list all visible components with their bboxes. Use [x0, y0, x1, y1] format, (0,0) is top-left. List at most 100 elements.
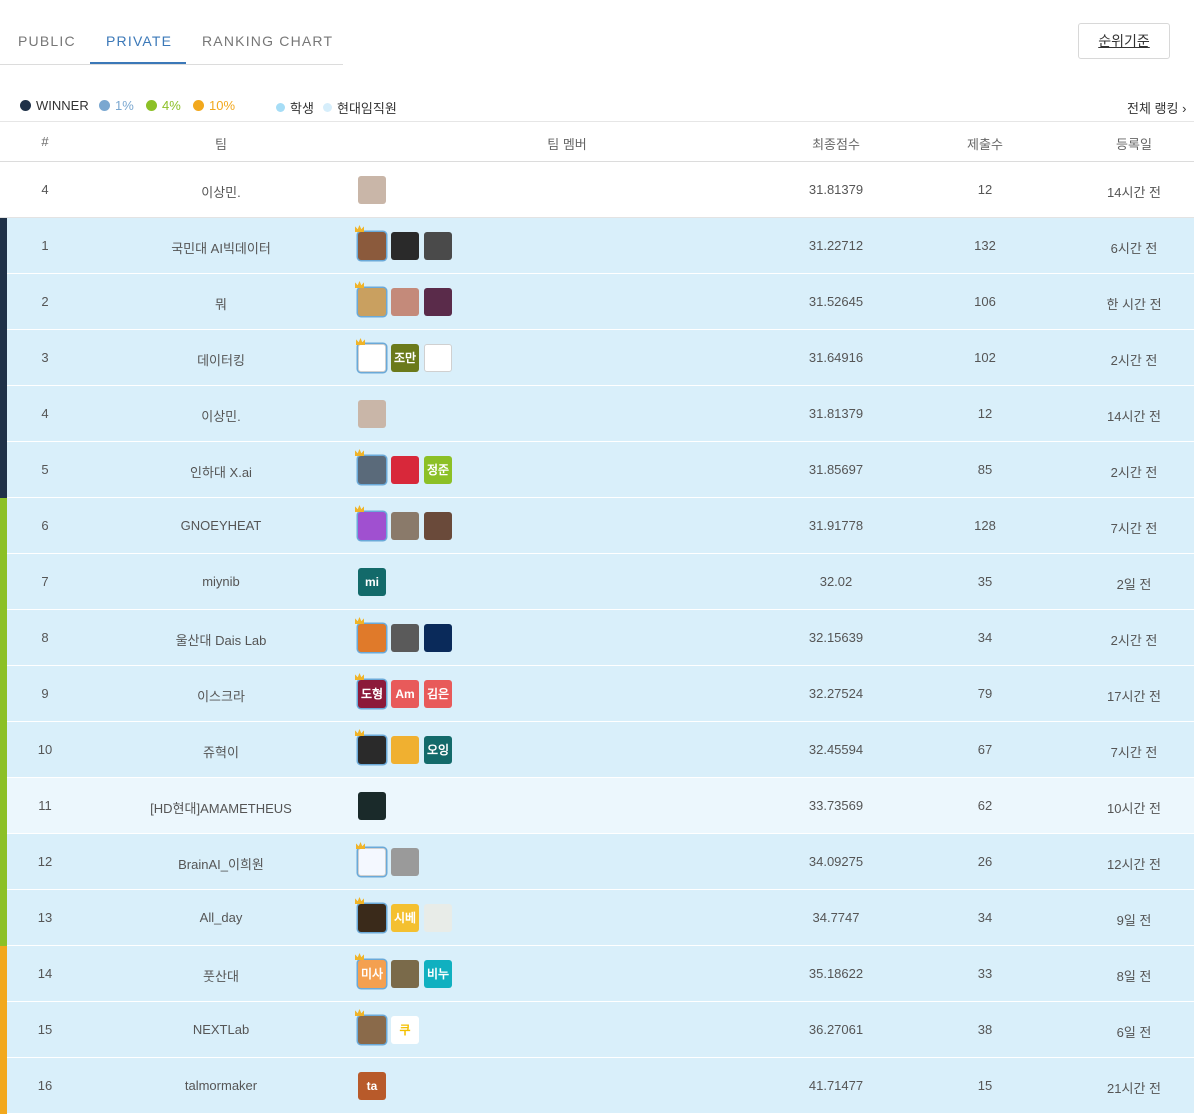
leader-avatar[interactable] [355, 617, 386, 652]
member-avatar[interactable] [391, 736, 419, 764]
member-avatar[interactable] [391, 848, 419, 876]
member-avatar[interactable]: 오잉 [424, 736, 452, 764]
team-name[interactable]: 울산대 Dais Lab [176, 630, 267, 649]
leader-avatar[interactable] [355, 449, 386, 484]
rank-cell: 6 [41, 518, 49, 533]
table-row[interactable]: 2 뭐 31.52645 106 한 시간 전 [0, 274, 1194, 330]
member-avatar[interactable] [424, 288, 452, 316]
submission-count: 35 [977, 574, 993, 589]
member-avatar[interactable] [358, 792, 386, 820]
team-name[interactable]: 뭐 [215, 294, 227, 313]
member-avatar[interactable]: Am [391, 680, 419, 708]
leader-avatar[interactable] [355, 225, 386, 260]
leader-avatar[interactable] [355, 897, 386, 932]
member-avatar[interactable]: mi [358, 568, 386, 596]
team-name[interactable]: BrainAI_이희원 [178, 854, 264, 873]
table-row[interactable]: 4 이상민. 31.81379 12 14시간 전 [0, 162, 1194, 218]
leader-avatar[interactable]: 도형 [355, 673, 386, 708]
registered-date: 10시간 전 [1107, 801, 1161, 816]
member-avatar[interactable] [391, 512, 419, 540]
tier-indicator-bar [0, 554, 7, 610]
team-name[interactable]: 인하대 X.ai [190, 462, 252, 481]
table-row[interactable]: 4 이상민. 31.81379 12 14시간 전 [0, 386, 1194, 442]
team-name[interactable]: 이상민. [201, 406, 241, 425]
team-name[interactable]: miynib [202, 574, 240, 589]
rank-cell: 12 [37, 854, 53, 869]
team-name[interactable]: GNOEYHEAT [181, 518, 262, 533]
tier-indicator-bar [0, 834, 7, 890]
table-row[interactable]: 11 [HD현대]AMAMETHEUS 33.73569 62 10시간 전 [0, 778, 1194, 834]
member-avatar[interactable]: 시베 [391, 904, 419, 932]
team-members [355, 617, 452, 652]
member-avatar[interactable]: 조만 [391, 344, 419, 372]
table-row[interactable]: 10 쥬혁이 32.45594 67 7시간 전 오잉 [0, 722, 1194, 778]
tab-ranking-chart[interactable]: RANKING CHART [202, 33, 333, 49]
tier-indicator-bar [0, 890, 7, 946]
team-members [358, 176, 386, 204]
member-avatar[interactable] [424, 512, 452, 540]
rank-cell: 11 [38, 798, 52, 813]
team-name[interactable]: All_day [200, 910, 243, 925]
sort-criteria-button[interactable]: 순위기준 [1078, 23, 1170, 59]
final-score: 31.81379 [808, 406, 864, 421]
team-name[interactable]: 풋산대 [203, 966, 239, 985]
table-row[interactable]: 14 풋산대 35.18622 33 8일 전 미사 비누 [0, 946, 1194, 1002]
legend-dot [99, 100, 110, 111]
table-row[interactable]: 16 talmormaker 41.71477 15 21시간 전 ta [0, 1058, 1194, 1114]
member-avatar[interactable] [424, 904, 452, 932]
member-avatar[interactable]: 김은 [424, 680, 452, 708]
member-avatar[interactable] [391, 960, 419, 988]
member-avatar[interactable] [358, 176, 386, 204]
leader-avatar[interactable] [356, 338, 386, 372]
team-name[interactable]: 이스크라 [197, 686, 245, 705]
team-members [355, 225, 452, 260]
table-row[interactable]: 13 All_day 34.7747 34 9일 전 시베 [0, 890, 1194, 946]
table-row[interactable]: 1 국민대 AI빅데이터 31.22712 132 6시간 전 [0, 218, 1194, 274]
tab-private[interactable]: PRIVATE [106, 33, 172, 49]
table-row[interactable]: 6 GNOEYHEAT 31.91778 128 7시간 전 [0, 498, 1194, 554]
member-avatar[interactable] [424, 344, 452, 372]
legend-dot [20, 100, 31, 111]
crown-icon [355, 729, 364, 736]
table-row[interactable]: 5 인하대 X.ai 31.85697 85 2시간 전 정준 [0, 442, 1194, 498]
team-name[interactable]: talmormaker [185, 1078, 257, 1093]
team-name[interactable]: [HD현대]AMAMETHEUS [150, 798, 292, 817]
team-members [356, 842, 419, 876]
final-score: 41.71477 [808, 1078, 864, 1093]
leader-avatar[interactable] [355, 729, 386, 764]
member-avatar[interactable] [391, 624, 419, 652]
team-name[interactable]: 국민대 AI빅데이터 [171, 238, 271, 257]
full-ranking-link[interactable]: 전체 랭킹 › [1127, 98, 1186, 117]
tab-public[interactable]: PUBLIC [18, 33, 76, 49]
table-row[interactable]: 12 BrainAI_이희원 34.09275 26 12시간 전 [0, 834, 1194, 890]
member-avatar[interactable]: ta [358, 1072, 386, 1100]
member-avatar[interactable] [391, 288, 419, 316]
member-avatar[interactable]: 정준 [424, 456, 452, 484]
table-row[interactable]: 15 NEXTLab 36.27061 38 6일 전 쿠 [0, 1002, 1194, 1058]
table-row[interactable]: 3 데이터킹 31.64916 102 2시간 전 조만 [0, 330, 1194, 386]
table-row[interactable]: 9 이스크라 32.27524 79 17시간 전 도형 Am 김은 [0, 666, 1194, 722]
member-avatar[interactable] [391, 232, 419, 260]
ranking-tabs: PUBLIC PRIVATE RANKING CHART [0, 0, 343, 65]
team-name[interactable]: 쥬혁이 [203, 742, 239, 761]
leader-avatar[interactable] [355, 1009, 386, 1044]
leader-avatar[interactable] [355, 505, 386, 540]
member-avatar[interactable] [391, 456, 419, 484]
member-avatar[interactable] [424, 232, 452, 260]
member-avatar[interactable]: 쿠 [391, 1016, 419, 1044]
member-avatar[interactable] [424, 624, 452, 652]
team-name[interactable]: NEXTLab [193, 1022, 249, 1037]
tier-indicator-bar [0, 442, 7, 498]
member-avatar[interactable] [358, 400, 386, 428]
team-members: 시베 [355, 897, 452, 932]
leader-avatar[interactable]: 미사 [355, 953, 386, 988]
table-row[interactable]: 8 울산대 Dais Lab 32.15639 34 2시간 전 [0, 610, 1194, 666]
legend-hyundai-employee: 현대임직원 [323, 98, 397, 117]
team-name[interactable]: 이상민. [201, 182, 241, 201]
rank-cell: 3 [41, 350, 49, 365]
leader-avatar[interactable] [356, 842, 386, 876]
table-row[interactable]: 7 miynib 32.02 35 2일 전 mi [0, 554, 1194, 610]
member-avatar[interactable]: 비누 [424, 960, 452, 988]
leader-avatar[interactable] [355, 281, 386, 316]
team-name[interactable]: 데이터킹 [197, 350, 245, 369]
